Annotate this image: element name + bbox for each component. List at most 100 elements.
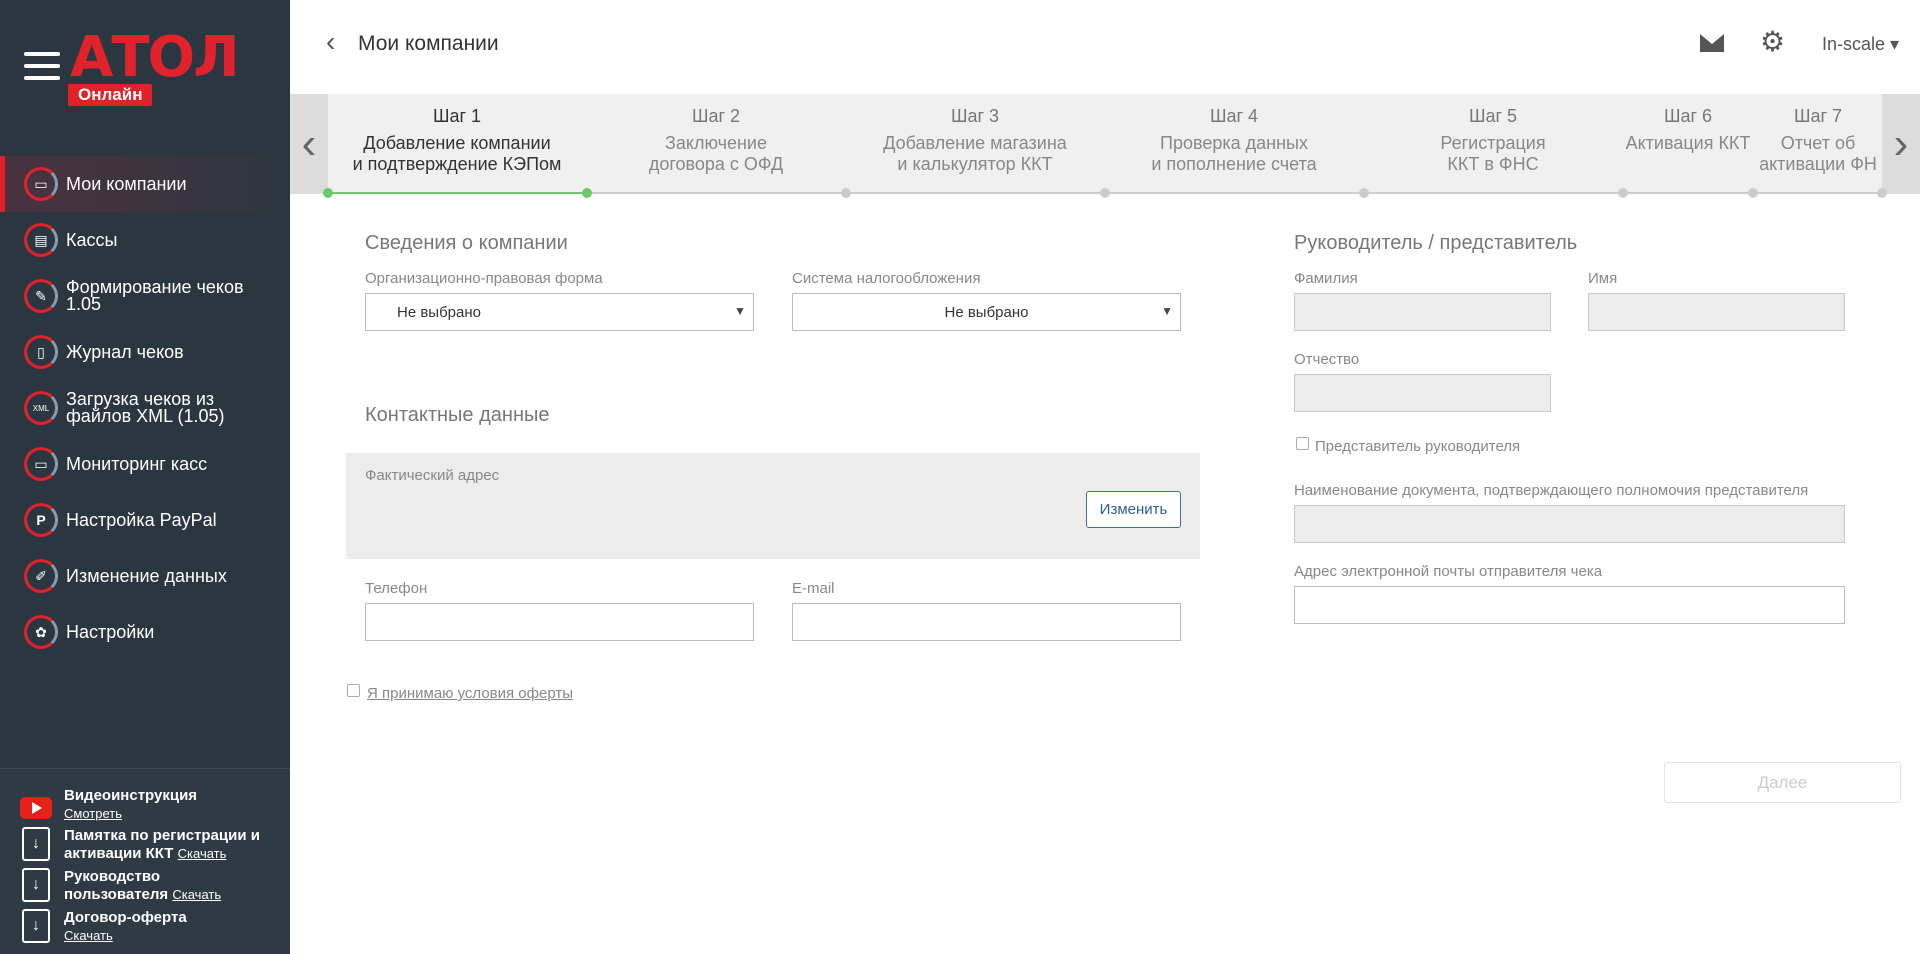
sidebar-item-receipt-forming[interactable]: ✎ Формирование чеков 1.05: [0, 268, 290, 324]
next-button[interactable]: Далее: [1664, 762, 1901, 803]
steps-prev-chevron-icon[interactable]: ‹: [290, 94, 328, 194]
download-link[interactable]: Скачать: [64, 928, 113, 943]
page-title: Мои компании: [358, 32, 499, 55]
resource-video: Видеоинструкция Смотреть: [20, 787, 197, 823]
sidebar-nav: ▭ Мои компании ▤ Кассы ✎ Формирование че…: [0, 156, 290, 660]
back-arrow-icon[interactable]: ‹: [326, 26, 335, 58]
youtube-icon: [20, 787, 52, 821]
step-title-line1: Заключение: [665, 133, 767, 153]
step-title-line2: ККТ в ФНС: [1447, 154, 1539, 174]
steps-wizard: ‹ › Шаг 1 Добавление компании и подтверж…: [290, 94, 1920, 198]
hamburger-menu-icon[interactable]: [24, 52, 60, 80]
paypal-icon: P: [24, 503, 58, 537]
resource-registration-memo: ↓ Памятка по регистрации и активации ККТ…: [20, 827, 260, 863]
resource-offer-contract: ↓ Договор-оферта Скачать: [20, 909, 187, 945]
logo-badge: Онлайн: [68, 84, 153, 106]
phone-input[interactable]: [365, 603, 754, 641]
sidebar-item-paypal[interactable]: P Настройка PayPal: [0, 492, 290, 548]
step-4[interactable]: Шаг 4 Проверка данных и пополнение счета: [1151, 106, 1316, 175]
legal-form-label: Организационно-правовая форма: [365, 270, 603, 287]
watch-link[interactable]: Смотреть: [64, 806, 122, 821]
offer-terms-link[interactable]: Я принимаю условия оферты: [367, 685, 573, 702]
sidebar-item-xml-upload[interactable]: XML Загрузка чеков из файлов XML (1.05): [0, 380, 290, 436]
head-section-title: Руководитель / представитель: [1294, 232, 1578, 254]
sidebar-item-cash-registers[interactable]: ▤ Кассы: [0, 212, 290, 268]
step-dot: [841, 188, 851, 198]
sidebar-item-label: Формирование чеков 1.05: [66, 277, 244, 314]
download-link[interactable]: Скачать: [178, 846, 227, 861]
step-title-line1: Регистрация: [1440, 133, 1546, 153]
settings-gear-icon[interactable]: ⚙: [1760, 28, 1785, 56]
sidebar-item-settings[interactable]: ✿ Настройки: [0, 604, 290, 660]
step-dot: [1359, 188, 1369, 198]
firstname-label: Имя: [1588, 270, 1618, 287]
header: ‹ Мои компании ⚙ In-scale ▾: [290, 0, 1920, 94]
pencil-icon: ✐: [24, 559, 58, 593]
xml-file-icon: XML: [24, 391, 58, 425]
download-icon: ↓: [20, 909, 52, 943]
step-5[interactable]: Шаг 5 Регистрация ККТ в ФНС: [1440, 106, 1545, 175]
step-title-line2: договора с ОФД: [648, 154, 784, 174]
step-number: Шаг 2: [691, 106, 741, 126]
sidebar-resources: Видеоинструкция Смотреть ↓ Памятка по ре…: [0, 768, 290, 954]
step-dot: [1618, 188, 1628, 198]
step-title-line1: Проверка данных: [1160, 133, 1308, 153]
monitor-icon: ▭: [24, 447, 58, 481]
step-title-line2: и калькулятор ККТ: [897, 154, 1053, 174]
step-6[interactable]: Шаг 6 Активация ККТ: [1626, 106, 1751, 154]
sender-email-input[interactable]: [1294, 586, 1845, 624]
email-label: E-mail: [792, 580, 835, 597]
step-7[interactable]: Шаг 7 Отчет об активации ФН: [1759, 106, 1877, 175]
legal-form-select[interactable]: Не выбрано ▼: [365, 293, 754, 331]
step-3[interactable]: Шаг 3 Добавление магазина и калькулятор …: [883, 106, 1067, 175]
step-number: Шаг 7: [1793, 106, 1843, 126]
user-menu[interactable]: In-scale ▾: [1822, 34, 1899, 55]
sidebar-item-label: Кассы: [66, 229, 118, 250]
doc-name-label: Наименование документа, подтверждающего …: [1294, 482, 1809, 499]
download-link[interactable]: Скачать: [172, 887, 221, 902]
sidebar-item-monitoring[interactable]: ▭ Мониторинг касс: [0, 436, 290, 492]
logo-area: АТОЛ Онлайн: [0, 0, 290, 140]
step-number: Шаг 6: [1663, 106, 1713, 126]
resource-user-guide: ↓ Руководство пользователя Скачать: [20, 868, 221, 904]
doc-name-input[interactable]: [1294, 505, 1845, 543]
firstname-input[interactable]: [1588, 293, 1845, 331]
patronymic-input[interactable]: [1294, 374, 1551, 412]
caret-down-icon: ▼: [1161, 304, 1173, 318]
step-number: Шаг 5: [1468, 106, 1518, 126]
step-1[interactable]: Шаг 1 Добавление компании и подтверждени…: [353, 106, 562, 175]
sidebar-item-my-companies[interactable]: ▭ Мои компании: [0, 156, 290, 212]
contacts-section-title: Контактные данные: [365, 404, 550, 426]
sidebar-item-change-data[interactable]: ✐ Изменение данных: [0, 548, 290, 604]
sidebar-item-receipt-log[interactable]: ▯ Журнал чеков: [0, 324, 290, 380]
step-number: Шаг 4: [1209, 106, 1259, 126]
logo: АТОЛ: [70, 25, 240, 90]
mail-icon[interactable]: [1700, 34, 1724, 52]
sidebar-item-label: Мониторинг касс: [66, 453, 208, 474]
legal-form-value: Не выбрано: [397, 303, 481, 321]
email-input[interactable]: [792, 603, 1181, 641]
step-dot: [1877, 188, 1887, 198]
sidebar-item-label: Настройка PayPal: [66, 509, 217, 530]
step-dot: [1100, 188, 1110, 198]
change-address-button[interactable]: Изменить: [1086, 491, 1181, 528]
download-icon: ↓: [20, 868, 52, 902]
resource-title: Руководство: [64, 868, 161, 885]
download-icon: ↓: [20, 827, 52, 861]
steps-next-chevron-icon[interactable]: ›: [1882, 94, 1920, 194]
step-2[interactable]: Шаг 2 Заключение договора с ОФД: [649, 106, 783, 175]
lastname-input[interactable]: [1294, 293, 1551, 331]
tax-system-select[interactable]: Не выбрано ▼: [792, 293, 1181, 331]
resource-title: Видеоинструкция: [64, 787, 198, 804]
step-title-line1: Добавление компании: [363, 133, 551, 153]
caret-down-icon: ▼: [734, 304, 746, 318]
offer-checkbox[interactable]: [347, 684, 360, 697]
tax-system-label: Система налогообложения: [792, 270, 981, 287]
representative-checkbox[interactable]: [1296, 437, 1309, 450]
representative-label: Представитель руководителя: [1315, 438, 1521, 455]
step-dot: [1748, 188, 1758, 198]
company-section-title: Сведения о компании: [365, 232, 568, 254]
step-dot: [323, 188, 333, 198]
sidebar-item-label: Мои компании: [66, 173, 187, 194]
step-title-line1: Отчет об: [1780, 133, 1856, 153]
